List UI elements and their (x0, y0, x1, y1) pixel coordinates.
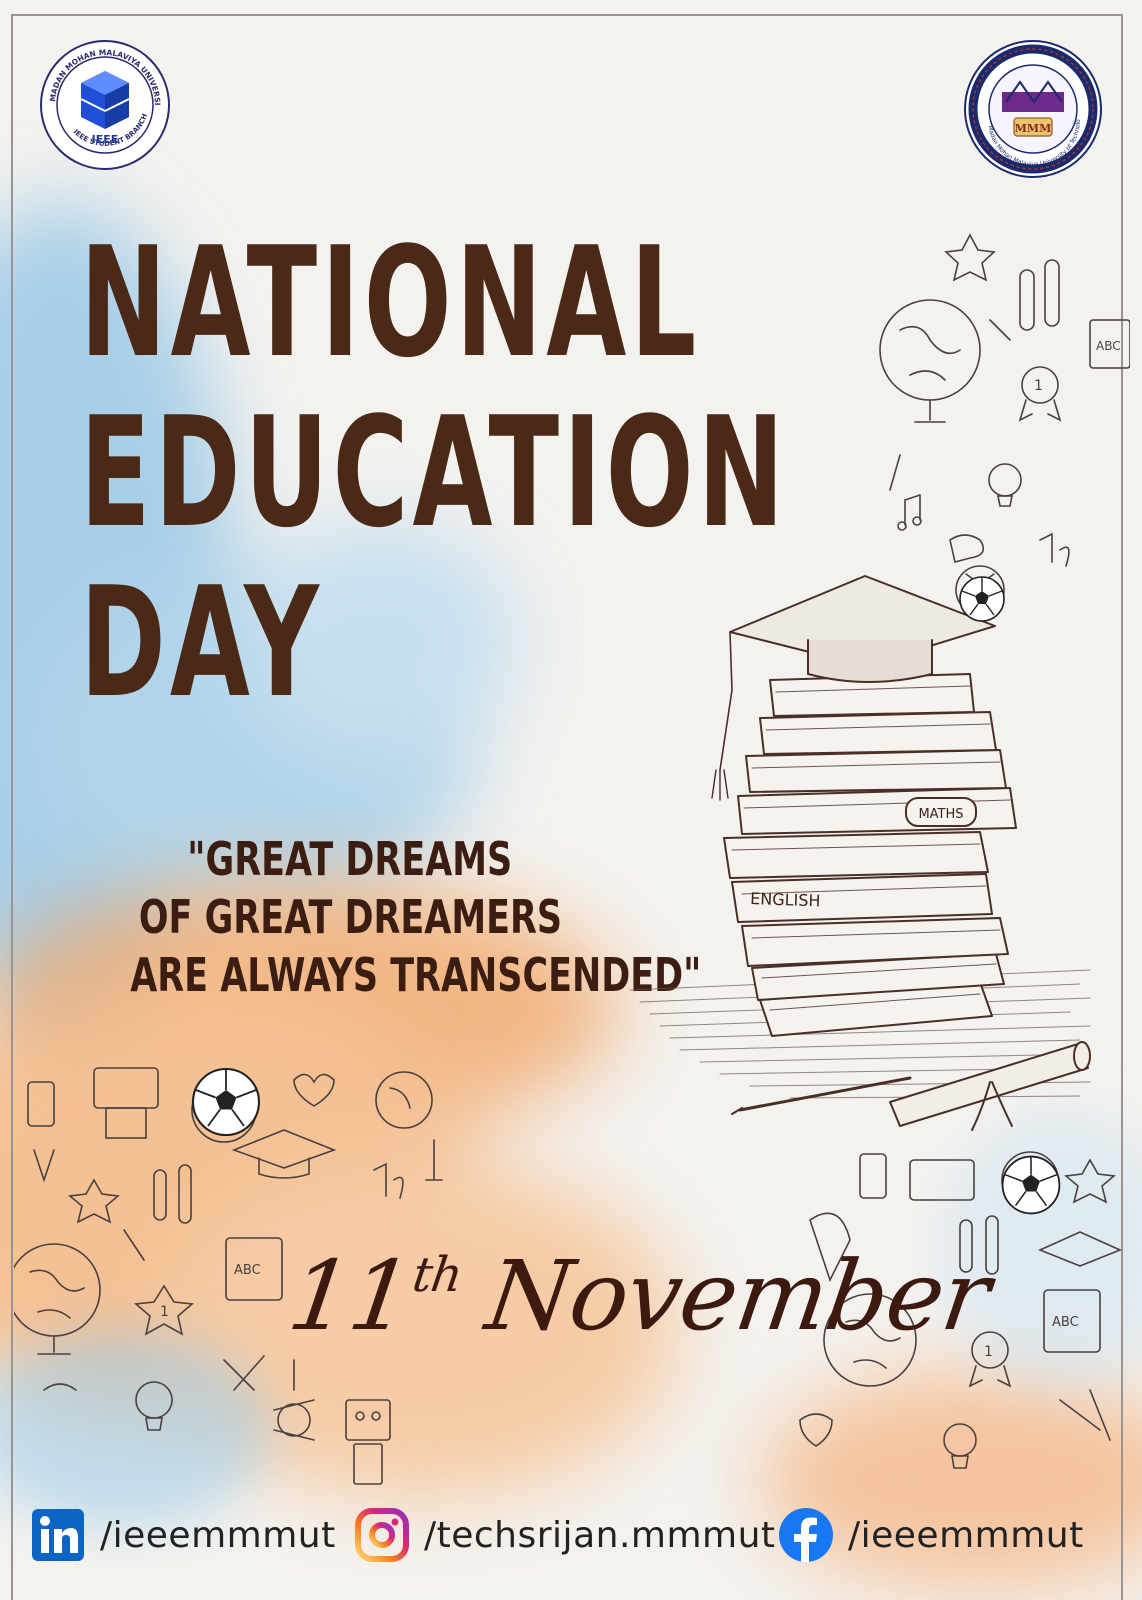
doodle-rank-1: 1 (1034, 378, 1043, 394)
books-graduation-cap-illustration: MATHS ENGLISH (629, 575, 1091, 1131)
svg-text:MMM: MMM (1015, 122, 1052, 135)
event-date: 11th November (282, 1240, 996, 1380)
doodles-top-right: ABC 1 (879, 233, 1130, 615)
facebook-icon (779, 1508, 833, 1562)
linkedin-icon (32, 1509, 84, 1561)
soccer-ball-icon-1 (959, 576, 1005, 622)
instagram-link[interactable]: /techsrijan.mmmut (354, 1505, 776, 1565)
facebook-link[interactable]: /ieeemmmut (778, 1505, 1084, 1565)
date-day: 11 (282, 1240, 419, 1352)
quote-line-2: OF GREAT DREAMERS (138, 890, 562, 944)
quote: "GREAT DREAMS OF GREAT DREAMERS ARE ALWA… (40, 830, 701, 1004)
social-links: /ieeemmmut /techsrijan.mmmut /ieeemmmut (0, 1505, 1142, 1575)
poster: MADAN MOHAN MALAVIYA UNIVERSITY OF TECHN… (0, 0, 1142, 1600)
quote-line-3: ARE ALWAYS TRANSCENDED" (130, 948, 702, 1002)
book-label-maths: MATHS (918, 807, 963, 822)
soccer-ball-icon-3 (1001, 1155, 1061, 1215)
date-month: November (480, 1240, 996, 1352)
mmmut-university-logo: MMM Madan Mohan Malaviya University of T… (962, 38, 1102, 178)
ieee-student-branch-logo: MADAN MOHAN MALAVIYA UNIVERSITY OF TECHN… (37, 37, 170, 170)
date-suffix: th (409, 1247, 466, 1303)
instagram-icon (355, 1508, 409, 1562)
title-line-1: NATIONAL (80, 214, 701, 391)
instagram-handle: /techsrijan.mmmut (424, 1514, 776, 1556)
doodle-rank-2: 1 (160, 1304, 169, 1320)
quote-line-1: "GREAT DREAMS (187, 832, 513, 886)
soccer-ball-icon-2 (191, 1067, 261, 1137)
doodle-abc-3: ABC (1052, 1315, 1079, 1330)
title-line-2: EDUCATION (80, 384, 789, 561)
linkedin-link[interactable]: /ieeemmmut (30, 1505, 336, 1565)
doodle-abc-1: ABC (1096, 339, 1121, 353)
linkedin-handle: /ieeemmmut (100, 1514, 336, 1556)
book-label-english: ENGLISH (750, 889, 821, 910)
doodle-abc-2: ABC (234, 1263, 261, 1278)
facebook-handle: /ieeemmmut (848, 1514, 1084, 1556)
left-logo-brand: IEEE (92, 133, 119, 146)
doodle-rank-3: 1 (984, 1344, 993, 1360)
